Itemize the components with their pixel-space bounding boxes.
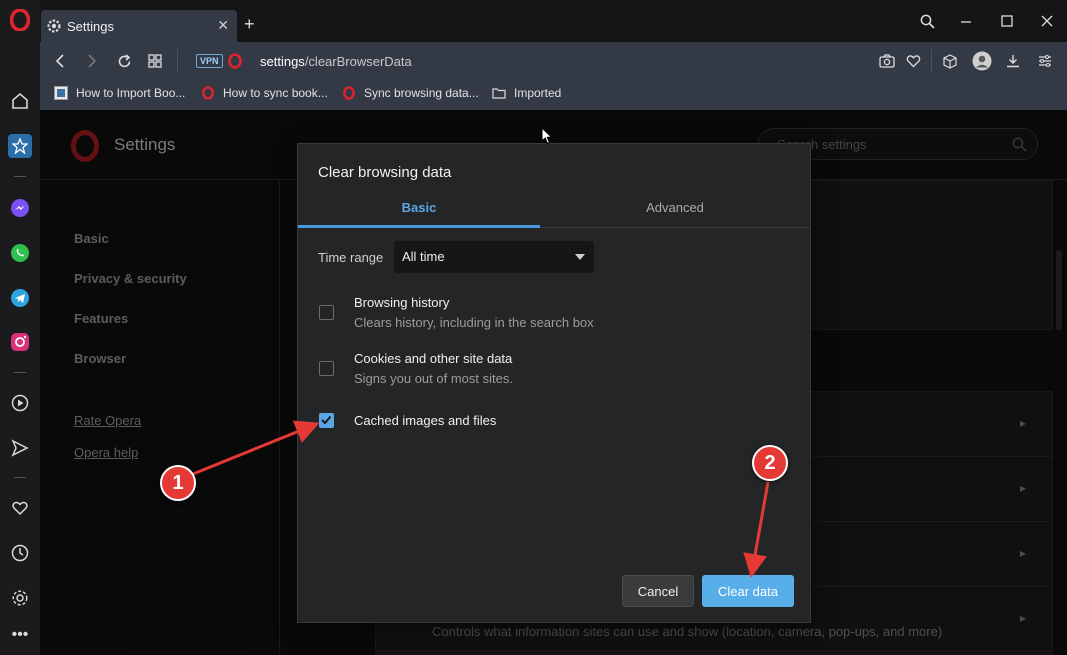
heart-icon[interactable] [8,496,32,520]
clear-browsing-data-dialog: Clear browsing data Basic Advanced Time … [297,143,811,623]
opera-logo-icon[interactable] [8,8,32,32]
bookmark-item[interactable]: How to Import Boo... [54,86,185,100]
back-icon[interactable] [48,50,72,72]
home-icon[interactable] [8,89,32,113]
cookies-checkbox[interactable] [319,361,334,376]
flow-send-icon[interactable] [8,436,32,460]
bookmark-label: Imported [514,86,562,100]
extensions-cube-icon[interactable] [938,50,962,72]
clear-data-button[interactable]: Clear data [702,575,794,607]
address-separator [177,49,178,73]
bookmark-label: How to sync book... [223,86,328,100]
messenger-icon[interactable] [8,196,32,220]
tab-advanced[interactable]: Advanced [554,194,796,228]
new-tab-button[interactable]: + [244,14,255,35]
history-clock-icon[interactable] [8,541,32,565]
opera-sidebar: ••• [0,0,40,655]
bookmark-item[interactable]: How to sync book... [201,86,328,100]
player-icon[interactable] [8,391,32,415]
sidebar-separator [14,372,26,373]
cached-images-checkbox[interactable] [319,413,334,428]
opera-site-icon [228,53,242,74]
page-thumbnail-icon [54,86,68,100]
bookmark-item[interactable]: Sync browsing data... [342,86,479,100]
forward-icon[interactable] [80,50,104,72]
browsing-history-checkbox[interactable] [319,305,334,320]
tab-strip: Settings ✕ + [40,0,1067,42]
item-title: Browsing history [354,295,450,310]
settings-gear-icon[interactable] [8,586,32,610]
url-path: /clearBrowserData [304,54,412,69]
url-field[interactable]: settings/clearBrowserData [260,54,412,69]
annotation-badge-1: 1 [160,465,196,501]
telegram-icon[interactable] [8,286,32,310]
item-title: Cached images and files [354,413,497,428]
caret-down-icon [575,254,585,260]
url-host: settings [260,54,305,69]
sidebar-separator [14,477,26,478]
dialog-title: Clear browsing data [318,164,452,181]
close-icon[interactable] [1034,8,1060,34]
heart-bookmark-icon[interactable] [901,50,925,72]
dialog-tabs: Basic Advanced [298,194,810,228]
whatsapp-icon[interactable] [8,241,32,265]
bookmark-label: How to Import Boo... [76,86,186,100]
bookmark-label: Sync browsing data... [364,86,479,100]
cancel-button[interactable]: Cancel [622,575,694,607]
tab-close-icon[interactable]: ✕ [217,17,229,34]
time-range-value: All time [402,249,445,264]
minimize-icon[interactable] [953,8,979,34]
annotation-badge-2: 2 [752,445,788,481]
toolbar-separator [931,49,932,73]
time-range-select[interactable]: All time [394,241,594,273]
tab-settings[interactable]: Settings ✕ [41,10,237,42]
camera-icon[interactable] [875,50,899,72]
time-range-label: Time range [318,250,384,265]
maximize-icon[interactable] [994,8,1020,34]
tab-basic[interactable]: Basic [298,194,540,228]
profile-avatar-icon[interactable] [970,50,994,72]
browser-window: ••• Settings ✕ + VPN settings/clearBrows… [0,0,1067,655]
more-icon[interactable]: ••• [8,623,32,647]
item-description: Signs you out of most sites. [354,371,513,386]
easy-setup-icon[interactable] [1033,50,1057,72]
mouse-cursor-icon [541,127,553,145]
reload-icon[interactable] [112,50,136,72]
vpn-badge[interactable]: VPN [196,54,223,68]
bookmark-folder[interactable]: Imported [492,86,561,100]
tab-title: Settings [67,18,114,34]
checkmark-icon [321,415,332,425]
download-icon[interactable] [1001,50,1025,72]
instagram-icon[interactable] [8,330,32,354]
opera-favicon-icon [342,86,356,100]
address-bar: VPN settings/clearBrowserData [40,42,1067,80]
gear-icon [47,19,61,33]
sidebar-separator [14,176,26,177]
folder-icon [492,86,506,100]
item-description: Clears history, including in the search … [354,315,594,330]
bookmarks-bar: How to Import Boo... How to sync book...… [40,80,1067,110]
speed-dial-icon[interactable] [8,134,32,158]
tabs-grid-icon[interactable] [143,50,167,72]
item-title: Cookies and other site data [354,351,513,366]
search-icon[interactable] [914,8,940,34]
opera-favicon-icon [201,86,215,100]
